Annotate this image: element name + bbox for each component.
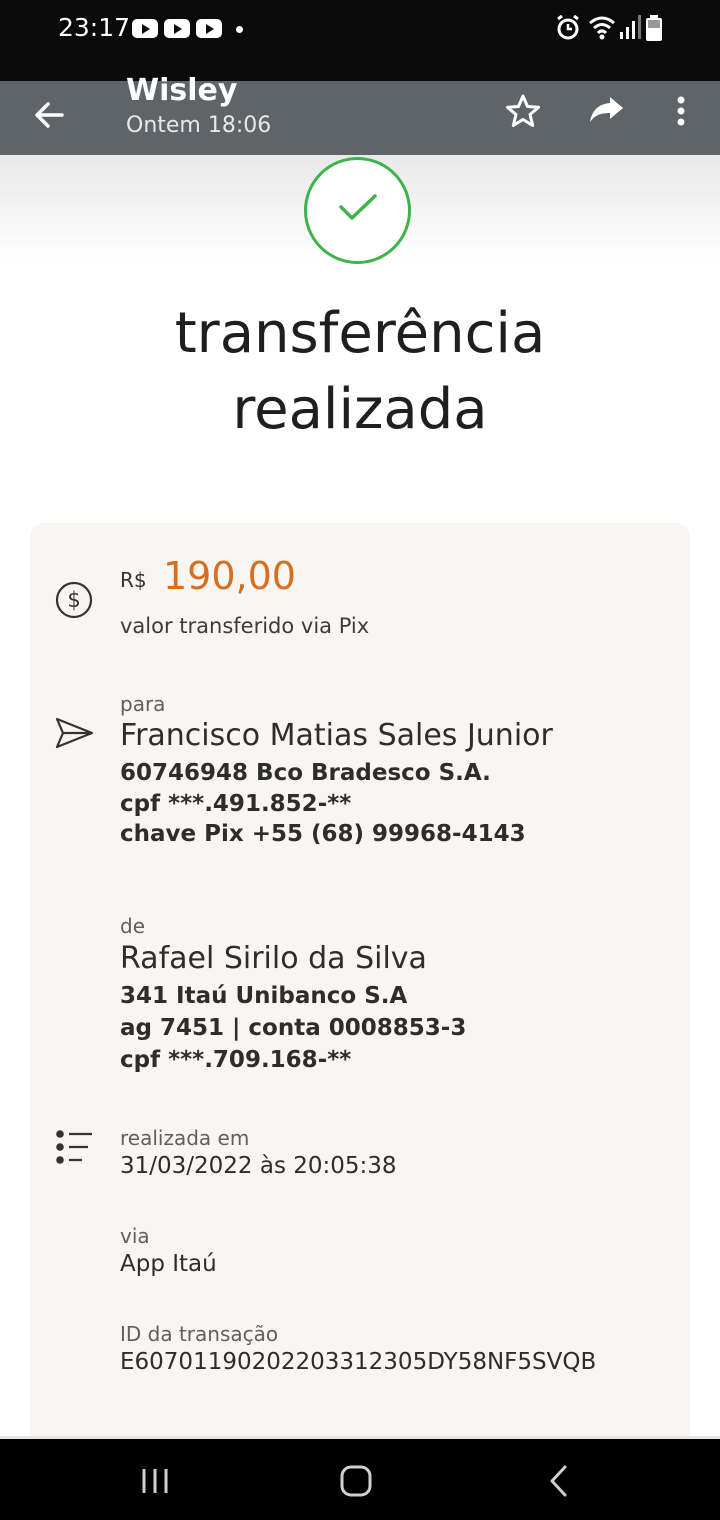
channel-label: via xyxy=(120,1224,150,1248)
sender-name: Wisley xyxy=(126,73,238,108)
dollar-circle-icon: $ xyxy=(55,581,93,619)
status-time: 23:17 xyxy=(58,13,131,42)
receipt-card: $ R$ 190,00 valor transferido via Pix pa… xyxy=(30,523,690,1453)
svg-text:$: $ xyxy=(67,588,80,612)
alarm-icon xyxy=(557,14,579,40)
home-icon[interactable] xyxy=(326,1453,386,1509)
payer-cpf: cpf ***.709.168-** xyxy=(120,1047,352,1073)
navigation-bar xyxy=(0,1436,720,1520)
success-indicator xyxy=(304,157,411,264)
channel-value: App Itaú xyxy=(120,1251,217,1277)
page-title: transferência realizada xyxy=(0,296,720,448)
check-icon xyxy=(339,194,377,220)
app-bar: Wisley Ontem 18:06 xyxy=(0,73,720,155)
page-title-line: transferência xyxy=(174,301,546,366)
date-label: realizada em xyxy=(120,1126,250,1150)
transaction-id-label: ID da transação xyxy=(120,1322,279,1346)
payer-bank: 341 Itaú Unibanco S.A xyxy=(120,983,408,1009)
transaction-id-value: E60701190202203312305DY58NF5SVQB xyxy=(120,1349,597,1375)
signal-icon xyxy=(620,15,641,39)
recipient-pix-key: chave Pix +55 (68) 99968-4143 xyxy=(120,821,526,847)
recipient-bank: 60746948 Bco Bradesco S.A. xyxy=(120,760,491,786)
youtube-icon xyxy=(132,19,158,38)
date-value: 31/03/2022 às 20:05:38 xyxy=(120,1153,397,1179)
sender-label: de xyxy=(120,914,145,938)
page-title-line: realizada xyxy=(232,377,488,442)
youtube-icon xyxy=(196,19,222,38)
recipient-label: para xyxy=(120,692,166,716)
list-icon xyxy=(56,1130,92,1164)
wifi-icon xyxy=(589,16,615,40)
amount-caption: valor transferido via Pix xyxy=(120,614,370,638)
recents-icon[interactable] xyxy=(125,1453,185,1509)
notification-dot-icon xyxy=(236,26,243,33)
youtube-icon xyxy=(164,19,190,38)
payer-account: ag 7451 | conta 0008853-3 xyxy=(120,1015,467,1041)
battery-icon xyxy=(646,15,662,41)
back-arrow-icon[interactable] xyxy=(28,93,72,137)
amount-value: 190,00 xyxy=(163,554,296,598)
status-bar: 23:17 xyxy=(0,0,720,81)
back-icon[interactable] xyxy=(528,1453,588,1509)
more-vert-icon[interactable] xyxy=(660,89,704,133)
star-icon[interactable] xyxy=(501,89,545,133)
recipient-cpf: cpf ***.491.852-** xyxy=(120,791,352,817)
recipient-name: Francisco Matias Sales Junior xyxy=(120,718,553,753)
send-icon xyxy=(55,717,94,749)
forward-icon[interactable] xyxy=(585,89,629,133)
payer-name: Rafael Sirilo da Silva xyxy=(120,941,427,976)
message-time: Ontem 18:06 xyxy=(126,113,272,138)
amount-currency: R$ xyxy=(120,568,147,592)
